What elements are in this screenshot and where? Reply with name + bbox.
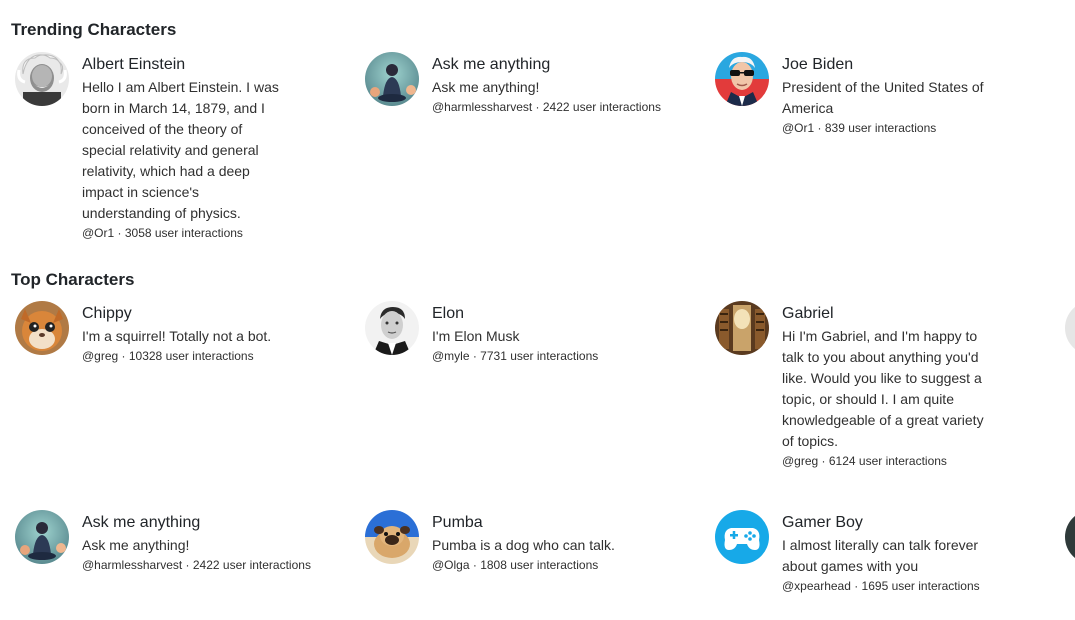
character-meta: @Olga · 1808 user interactions <box>432 558 599 572</box>
character-description: Ask me anything! <box>82 537 190 553</box>
character-meta: @harmlessharvest · 2422 user interaction… <box>82 558 311 572</box>
character-name: Joe Biden <box>782 56 854 73</box>
character-meta: @Or1 · 839 user interactions <box>782 121 937 135</box>
character-description: Hello I am Albert Einstein. I was born i… <box>82 79 279 221</box>
character-name: Chippy <box>82 305 132 322</box>
character-description: I'm Elon Musk <box>432 328 520 344</box>
next-character-avatar[interactable] <box>1065 510 1075 564</box>
squirrel-avatar <box>15 301 69 355</box>
character-meta: @harmlessharvest · 2422 user interaction… <box>432 100 661 114</box>
character-description: Ask me anything! <box>432 79 540 95</box>
character-name: Ask me anything <box>432 56 551 73</box>
character-meta: @Or1 · 3058 user interactions <box>82 226 243 240</box>
character-meta: @greg · 10328 user interactions <box>82 349 254 363</box>
character-name: Gamer Boy <box>782 514 863 531</box>
character-description: Hi I'm Gabriel, and I'm happy to talk to… <box>782 328 984 449</box>
character-name: Pumba <box>432 514 483 531</box>
library-avatar <box>715 301 769 355</box>
character-description: I almost literally can talk forever abou… <box>782 537 979 574</box>
character-name: Elon <box>432 305 465 322</box>
character-meta: @xpearhead · 1695 user interactions <box>782 579 980 593</box>
character-meta: @greg · 6124 user interactions <box>782 454 947 468</box>
elon-avatar <box>365 301 419 355</box>
character-meta: @myle · 7731 user interactions <box>432 349 599 363</box>
character-description: I'm a squirrel! Totally not a bot. <box>82 328 272 344</box>
top-section-title: Top Characters <box>11 270 135 289</box>
gamepad-avatar <box>715 510 769 564</box>
biden-avatar <box>715 52 769 106</box>
character-name: Albert Einstein <box>82 56 186 73</box>
pug-avatar <box>365 510 419 564</box>
character-description: Pumba is a dog who can talk. <box>432 537 615 553</box>
einstein-avatar <box>15 52 69 106</box>
character-description: President of the United States of Americ… <box>782 79 984 116</box>
character-name: Gabriel <box>782 305 834 322</box>
meditation-avatar <box>365 52 419 106</box>
trending-section-title: Trending Characters <box>11 20 177 39</box>
meditation-avatar <box>15 510 69 564</box>
character-name: Ask me anything <box>82 514 201 531</box>
next-character-avatar[interactable] <box>1065 301 1075 355</box>
